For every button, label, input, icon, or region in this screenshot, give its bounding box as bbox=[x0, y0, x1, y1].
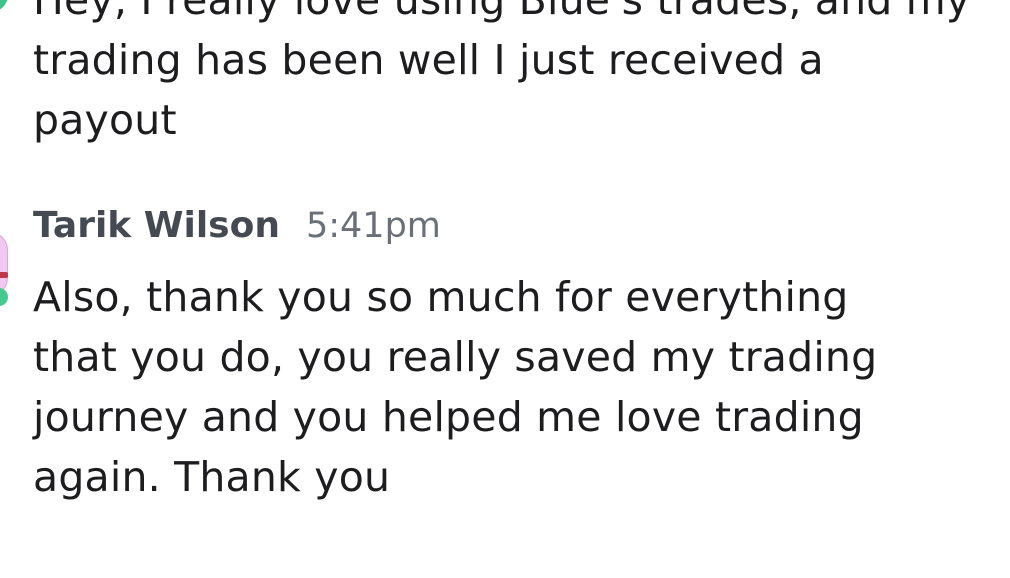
chat-view: Hey, I really love using Blue's trades, … bbox=[0, 0, 1010, 578]
sender-name[interactable]: Tarik Wilson bbox=[33, 205, 280, 246]
message-line: trading has been well I just received a bbox=[33, 36, 824, 84]
message-line: journey and you helped me love trading bbox=[33, 393, 864, 441]
message-line: payout bbox=[33, 96, 177, 144]
message: Tarik Wilson 5:41pm Also, thank you so m… bbox=[33, 205, 993, 507]
message-line: that you do, you really saved my trading bbox=[33, 333, 878, 381]
avatar[interactable] bbox=[0, 232, 8, 314]
previous-message-body: Hey, I really love using Blue's trades, … bbox=[33, 0, 993, 150]
message-line: Hey, I really love using Blue's trades, … bbox=[33, 0, 971, 24]
message-body: Also, thank you so much for everything t… bbox=[33, 267, 993, 507]
message-header: Tarik Wilson 5:41pm bbox=[33, 205, 993, 255]
avatar-decoration bbox=[0, 272, 8, 278]
online-status-icon bbox=[0, 288, 8, 306]
message-line: Also, thank you so much for everything bbox=[33, 273, 849, 321]
message-line: again. Thank you bbox=[33, 453, 391, 501]
previous-sender-avatar[interactable] bbox=[0, 0, 8, 12]
message-timestamp[interactable]: 5:41pm bbox=[306, 206, 441, 246]
avatar-image bbox=[0, 232, 8, 296]
